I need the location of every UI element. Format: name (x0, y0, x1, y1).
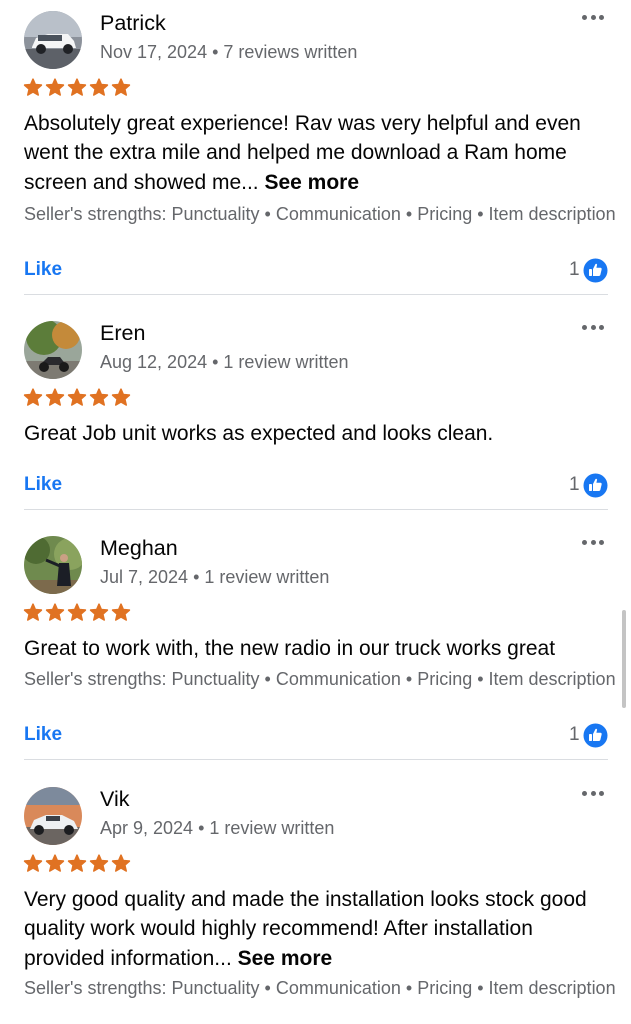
star-icon (89, 854, 109, 872)
see-more-link[interactable]: See more (238, 947, 333, 970)
review-meta: Apr 9, 2024 • 1 review written (100, 817, 334, 839)
star-rating (23, 603, 131, 625)
separator-dot: • (212, 42, 219, 62)
star-icon (67, 388, 87, 406)
review-count: 1 review written (204, 567, 330, 587)
review-date: Aug 12, 2024 (100, 352, 208, 372)
avatar[interactable] (24, 536, 82, 594)
reviewer-name[interactable]: Vik (100, 785, 129, 813)
review-date: Apr 9, 2024 (100, 818, 194, 838)
star-rating (23, 854, 131, 876)
star-icon (111, 854, 131, 872)
like-button[interactable]: Like (24, 474, 62, 496)
review-count: 1 review written (223, 352, 349, 372)
review-count: 7 reviews written (223, 42, 358, 62)
star-icon (45, 388, 65, 406)
avatar[interactable] (24, 787, 82, 845)
star-icon (45, 854, 65, 872)
star-icon (45, 78, 65, 96)
star-rating (23, 388, 131, 410)
divider (24, 294, 608, 295)
star-icon (67, 78, 87, 96)
white-car-sunset-avatar-icon (24, 787, 82, 845)
avatar[interactable] (24, 321, 82, 379)
thumbs-up-reaction-icon[interactable] (583, 473, 608, 498)
star-icon (23, 78, 43, 96)
avatar[interactable] (24, 11, 82, 69)
reviewer-name[interactable]: Patrick (100, 9, 166, 37)
like-button[interactable]: Like (24, 259, 62, 281)
star-icon (23, 854, 43, 872)
star-icon (45, 603, 65, 621)
star-icon (89, 603, 109, 621)
star-icon (67, 854, 87, 872)
more-options-icon[interactable] (580, 322, 606, 332)
review-meta: Jul 7, 2024 • 1 review written (100, 566, 329, 588)
like-count: 1 (569, 724, 580, 745)
motorcycle-under-tree-avatar-icon (24, 321, 82, 379)
separator-dot: • (212, 352, 219, 372)
review-meta: Nov 17, 2024 • 7 reviews written (100, 41, 357, 63)
review-text: Great to work with, the new radio in our… (24, 634, 614, 663)
reviewer-name[interactable]: Meghan (100, 534, 178, 562)
star-icon (23, 388, 43, 406)
seller-strengths: Seller's strengths: Punctuality • Commun… (24, 669, 616, 689)
star-icon (89, 388, 109, 406)
review-date: Nov 17, 2024 (100, 42, 208, 62)
review-text: Absolutely great experience! Rav was ver… (24, 109, 614, 197)
like-button[interactable]: Like (24, 724, 62, 746)
review-text: Great Job unit works as expected and loo… (24, 419, 614, 448)
like-count: 1 (569, 259, 580, 280)
person-in-trees-avatar-icon (24, 536, 82, 594)
star-icon (111, 78, 131, 96)
seller-strengths: Seller's strengths: Punctuality • Commun… (24, 978, 616, 998)
like-count: 1 (569, 474, 580, 495)
seller-strengths: Seller's strengths: Punctuality • Commun… (24, 204, 616, 224)
review-count: 1 review written (209, 818, 335, 838)
review-body: Great to work with, the new radio in our… (24, 637, 556, 660)
divider (24, 509, 608, 510)
reviewer-name[interactable]: Eren (100, 319, 145, 347)
more-options-icon[interactable] (580, 12, 606, 22)
see-more-link[interactable]: See more (264, 171, 359, 194)
white-pickup-truck-avatar-icon (24, 11, 82, 69)
scrollbar[interactable] (622, 610, 626, 708)
thumbs-up-reaction-icon[interactable] (583, 258, 608, 283)
thumbs-up-reaction-icon[interactable] (583, 723, 608, 748)
star-icon (111, 603, 131, 621)
star-rating (23, 78, 131, 100)
star-icon (23, 603, 43, 621)
star-icon (89, 78, 109, 96)
separator-dot: • (193, 567, 200, 587)
review-text: Very good quality and made the installat… (24, 885, 614, 973)
more-options-icon[interactable] (580, 788, 606, 798)
review-date: Jul 7, 2024 (100, 567, 189, 587)
review-meta: Aug 12, 2024 • 1 review written (100, 351, 348, 373)
star-icon (67, 603, 87, 621)
more-options-icon[interactable] (580, 537, 606, 547)
star-icon (111, 388, 131, 406)
separator-dot: • (198, 818, 205, 838)
divider (24, 759, 608, 760)
review-body: Great Job unit works as expected and loo… (24, 422, 494, 445)
